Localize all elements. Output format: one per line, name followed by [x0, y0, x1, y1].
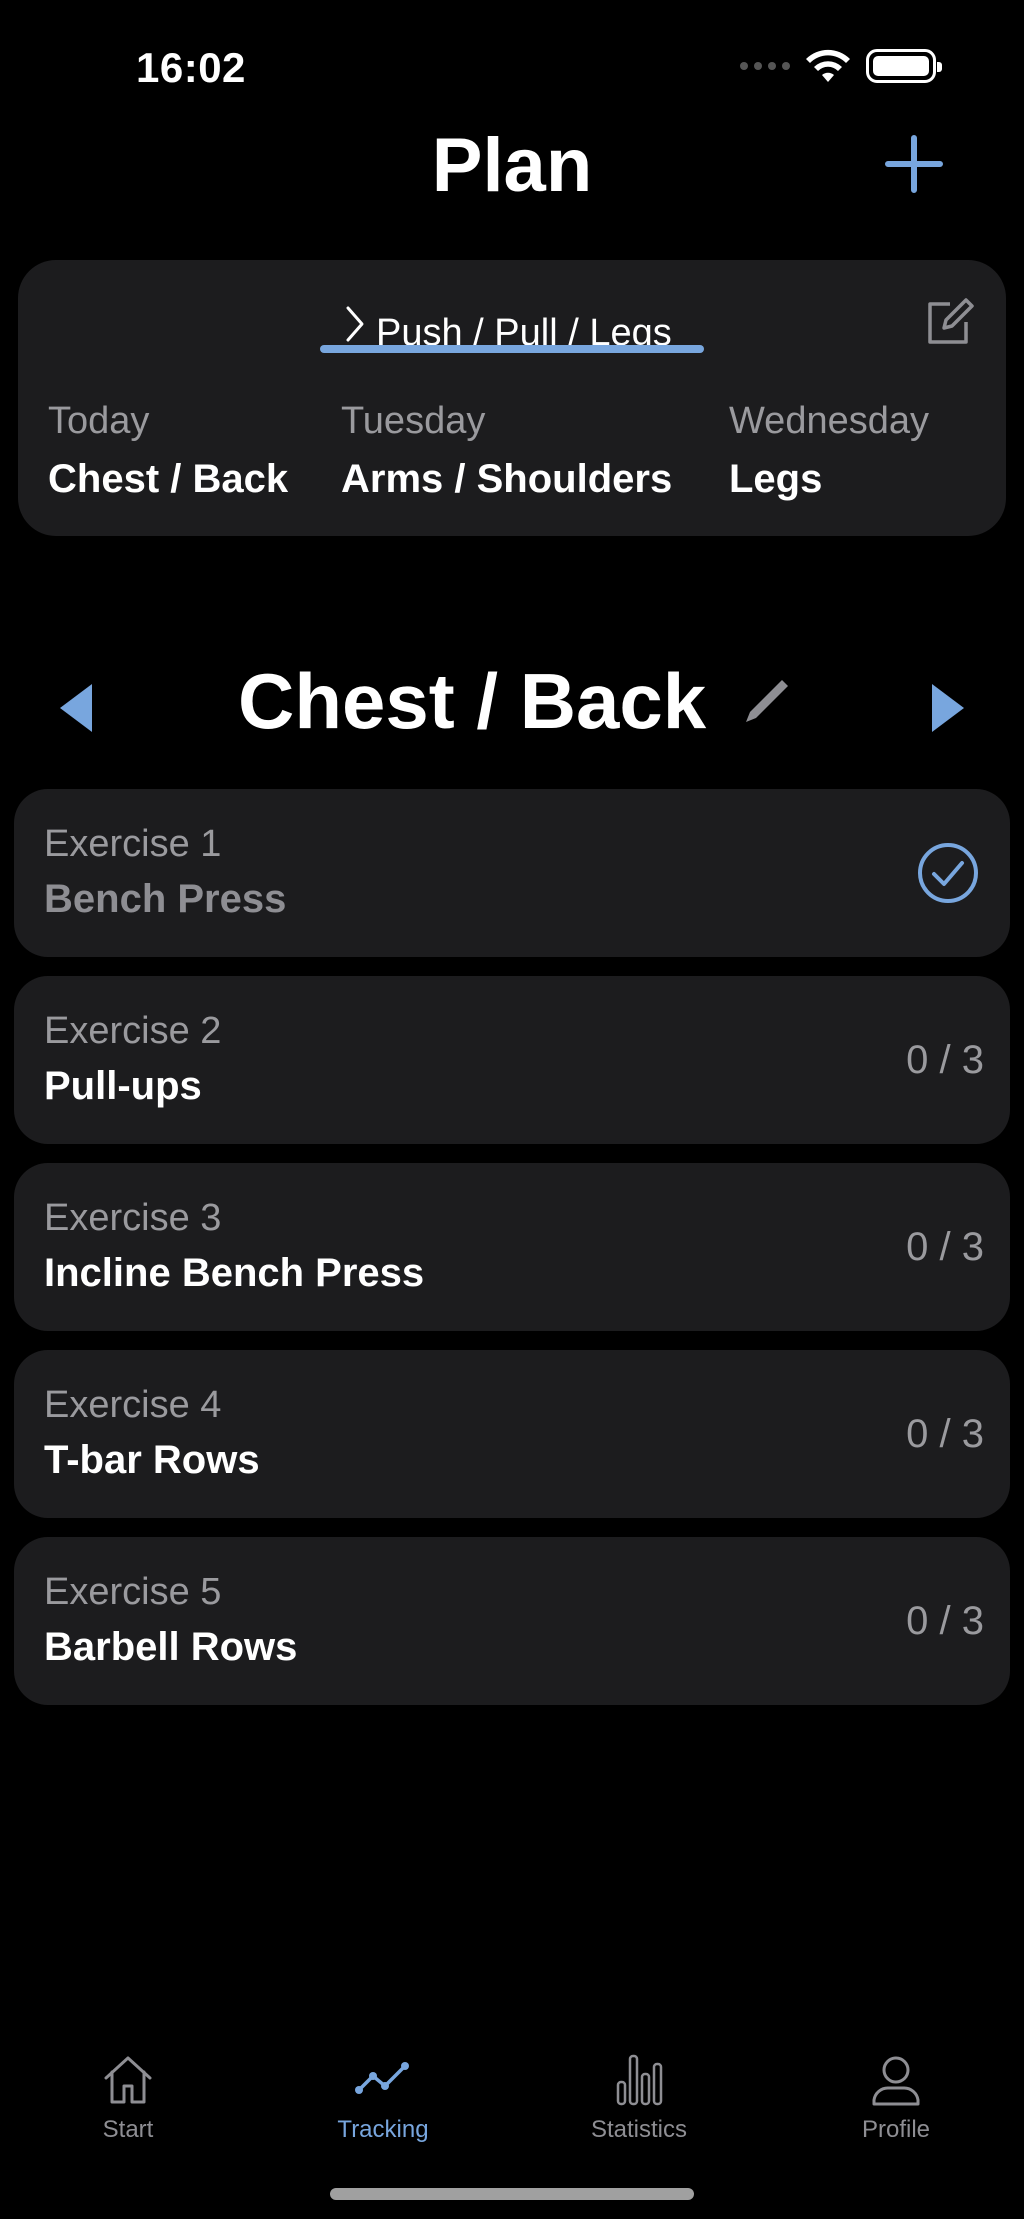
day-tuesday[interactable]: Tuesday Arms / Shoulders	[341, 400, 672, 502]
exercise-progress: 0 / 3	[906, 1412, 984, 1456]
home-icon	[104, 2056, 152, 2104]
tab-bar: Start Tracking Statistics Profile	[0, 2050, 1024, 2160]
day-label: Today	[48, 400, 150, 442]
tab-statistics[interactable]: Statistics	[539, 2050, 739, 2144]
exercise-label: Exercise 2	[44, 1010, 222, 1052]
tab-label: Start	[102, 2116, 154, 2143]
day-workout: Legs	[729, 457, 823, 501]
status-time: 16:02	[136, 44, 246, 91]
home-indicator[interactable]	[330, 2188, 694, 2200]
previous-day-arrow-icon[interactable]	[56, 680, 96, 736]
page-title: Plan	[431, 123, 593, 208]
workout-title: Chest / Back	[238, 657, 707, 745]
exercise-label: Exercise 1	[44, 823, 222, 865]
day-workout: Arms / Shoulders	[341, 457, 673, 501]
edit-square-icon[interactable]	[920, 294, 976, 350]
tab-label: Profile	[861, 2116, 931, 2143]
chevron-right-icon	[346, 306, 364, 342]
day-label: Tuesday	[341, 400, 486, 442]
tab-tracking[interactable]: Tracking	[283, 2050, 483, 2144]
plan-underline	[320, 345, 704, 353]
pencil-icon[interactable]	[738, 674, 794, 730]
exercise-card[interactable]: Exercise 3 Incline Bench Press 0 / 3	[14, 1163, 1010, 1331]
plan-card: Push / Pull / Legs Today Chest / Back Tu…	[18, 260, 1006, 536]
exercise-card[interactable]: Exercise 1 Bench Press	[14, 789, 1010, 957]
tracking-icon	[355, 2062, 409, 2094]
exercise-name: T-bar Rows	[44, 1438, 260, 1482]
exercise-name: Incline Bench Press	[44, 1251, 425, 1295]
tab-profile[interactable]: Profile	[796, 2050, 996, 2144]
day-workout: Chest / Back	[48, 457, 289, 501]
exercise-name: Bench Press	[44, 877, 287, 921]
exercise-card[interactable]: Exercise 5 Barbell Rows 0 / 3	[14, 1537, 1010, 1705]
next-day-arrow-icon[interactable]	[928, 680, 968, 736]
add-plus-icon[interactable]	[882, 132, 946, 196]
tab-label: Tracking	[337, 2116, 429, 2143]
wifi-icon	[806, 49, 850, 82]
exercise-name: Pull-ups	[44, 1064, 202, 1108]
exercise-label: Exercise 3	[44, 1197, 222, 1239]
bar-chart-icon	[616, 2054, 663, 2106]
exercise-name: Barbell Rows	[44, 1625, 298, 1669]
status-icons	[740, 48, 942, 84]
exercise-label: Exercise 4	[44, 1384, 222, 1426]
checkmark-circle-icon	[918, 843, 978, 903]
day-label: Wednesday	[729, 400, 929, 442]
day-today[interactable]: Today Chest / Back	[48, 400, 288, 502]
exercise-progress: 0 / 3	[906, 1225, 984, 1269]
cellular-signal-icon	[740, 62, 790, 70]
tab-label: Statistics	[590, 2116, 688, 2143]
battery-icon	[866, 49, 942, 83]
exercise-card[interactable]: Exercise 4 T-bar Rows 0 / 3	[14, 1350, 1010, 1518]
exercise-progress: 0 / 3	[906, 1038, 984, 1082]
exercise-label: Exercise 5	[44, 1571, 222, 1613]
exercise-progress: 0 / 3	[906, 1599, 984, 1643]
person-icon	[872, 2056, 920, 2106]
tab-start[interactable]: Start	[28, 2050, 228, 2144]
exercise-card[interactable]: Exercise 2 Pull-ups 0 / 3	[14, 976, 1010, 1144]
day-wednesday[interactable]: Wednesday Legs	[729, 400, 929, 502]
